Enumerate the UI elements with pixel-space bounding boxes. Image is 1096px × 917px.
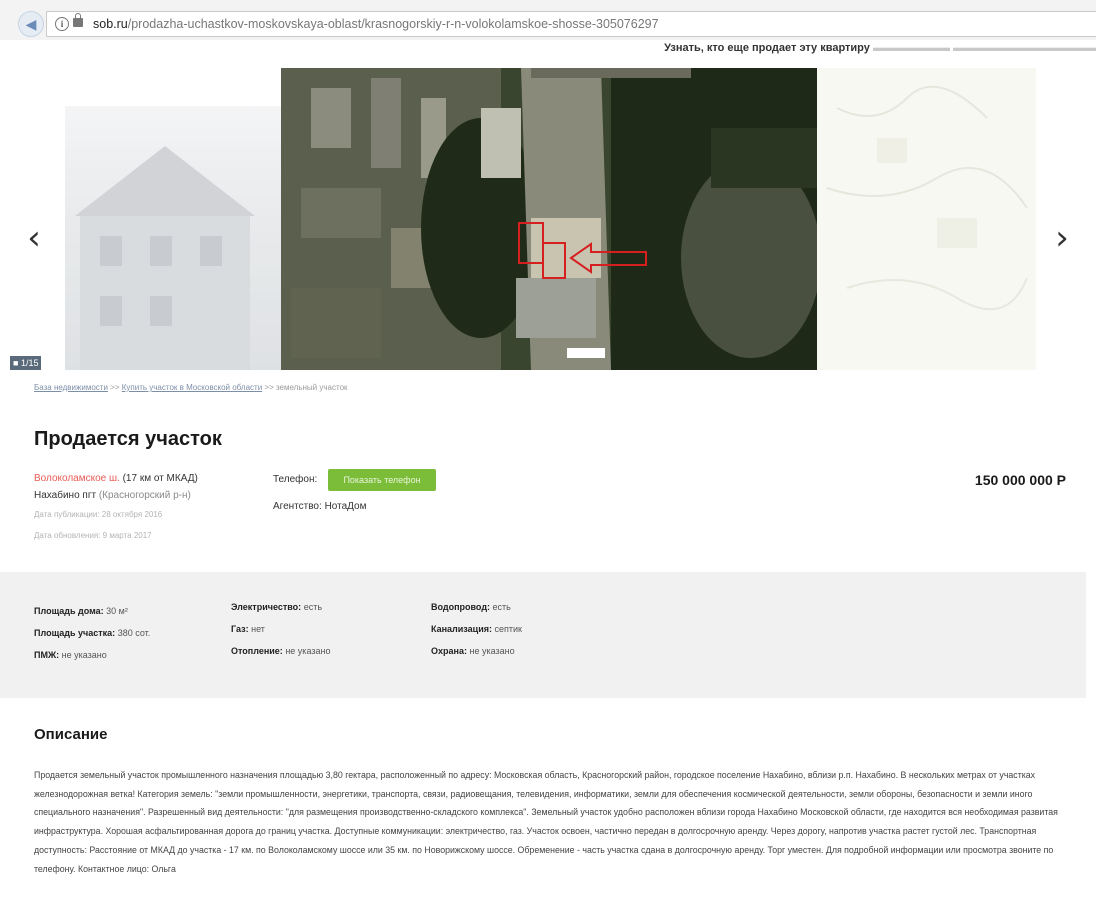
agency-label: Агентство: <box>273 501 322 512</box>
breadcrumb-current: земельный участок <box>275 383 348 392</box>
param-label: Отопление: <box>231 646 283 656</box>
param-value: есть <box>492 602 511 612</box>
param-label: Площадь участка: <box>34 628 116 638</box>
param-label: Электричество: <box>231 602 302 612</box>
camera-icon: ■ <box>13 358 21 368</box>
page-title: Продается участок <box>34 428 222 450</box>
agency-line: Агентство: НотаДом <box>273 501 366 512</box>
info-icon[interactable]: i <box>55 17 69 31</box>
aerial-photo[interactable] <box>281 68 817 370</box>
show-phone-button[interactable]: Показать телефон <box>328 469 436 491</box>
gallery-prev-button[interactable]: ‹ <box>22 218 46 258</box>
param-label: Канализация: <box>431 624 492 634</box>
param-house-area: Площадь дома: 30 м² <box>34 606 128 616</box>
town-line: Нахабино пгт (Красногорский р-н) <box>34 490 191 501</box>
photo-gallery: ‹ › ■ 1/15 <box>0 68 1096 372</box>
address-line: Волоколамское ш. (17 км от МКАД) <box>34 473 198 484</box>
aerial-map-image <box>281 68 817 370</box>
map-image <box>817 68 1036 370</box>
published-date: Дата публикации: 28 октября 2016 <box>34 510 163 519</box>
lock-icon <box>73 13 83 27</box>
param-value: нет <box>251 624 265 634</box>
who-else-sells-link[interactable]: Узнать, кто еще продает эту квартиру ▬▬▬… <box>664 42 1096 54</box>
district-text: (Красногорский р-н) <box>98 490 191 501</box>
window <box>100 296 122 326</box>
param-label: Охрана: <box>431 646 467 656</box>
param-label: Водопровод: <box>431 602 491 612</box>
param-sewer: Канализация: септик <box>431 624 522 634</box>
param-value: 380 сот. <box>117 628 151 638</box>
param-electricity: Электричество: есть <box>231 602 322 612</box>
photo-counter: ■ 1/15 <box>10 356 42 370</box>
param-value: 30 м² <box>106 606 128 616</box>
param-value: есть <box>303 602 323 612</box>
house-roof <box>75 146 255 216</box>
faded-text: ▬▬▬▬▬▬▬ ▬▬▬▬▬▬▬▬▬▬▬▬▬ <box>872 42 1096 54</box>
param-heating: Отопление: не указано <box>231 646 330 656</box>
photo-counter-text: 1/15 <box>20 358 39 368</box>
param-security: Охрана: не указано <box>431 646 515 656</box>
window <box>100 236 122 266</box>
parameters-block: Площадь дома: 30 м² Площадь участка: 380… <box>0 572 1086 698</box>
breadcrumb-link-base[interactable]: База недвижимости <box>34 383 108 392</box>
description-title: Описание <box>34 726 108 743</box>
house-photo[interactable] <box>65 106 281 370</box>
agency-value[interactable]: НотаДом <box>325 501 367 512</box>
breadcrumb-link-buy-plot[interactable]: Купить участок в Московской области <box>122 383 262 392</box>
param-value: септик <box>494 624 522 634</box>
back-arrow-icon[interactable]: ◀ <box>18 11 44 37</box>
map-photo[interactable] <box>817 68 1036 370</box>
param-value: не указано <box>469 646 515 656</box>
address-bar[interactable]: i sob.ru/prodazha-uchastkov-moskovskaya-… <box>46 11 1096 37</box>
breadcrumb: База недвижимости >> Купить участок в Мо… <box>34 383 348 392</box>
param-plot-area: Площадь участка: 380 сот. <box>34 628 150 638</box>
param-water: Водопровод: есть <box>431 602 511 612</box>
top-strip: Узнать, кто еще продает эту квартиру ▬▬▬… <box>0 40 1096 69</box>
description-text: Продается земельный участок промышленног… <box>34 770 1058 874</box>
param-label: ПМЖ: <box>34 650 60 660</box>
breadcrumb-separator: >> <box>110 383 120 392</box>
window <box>200 236 222 266</box>
updated-date: Дата обновления: 9 марта 2017 <box>34 531 152 540</box>
phone-label: Телефон: <box>273 474 318 485</box>
param-label: Площадь дома: <box>34 606 104 616</box>
price: 150 000 000 Р <box>974 472 1066 488</box>
gallery-next-button[interactable]: › <box>1050 218 1074 258</box>
url-text[interactable]: sob.ru/prodazha-uchastkov-moskovskaya-ob… <box>93 12 659 36</box>
param-pmzh: ПМЖ: не указано <box>34 650 107 660</box>
param-label: Газ: <box>231 624 249 634</box>
param-value: не указано <box>61 650 107 660</box>
param-value: не указано <box>285 646 331 656</box>
window <box>150 236 172 266</box>
param-gas: Газ: нет <box>231 624 265 634</box>
url-path: /prodazha-uchastkov-moskovskaya-oblast/k… <box>127 17 659 31</box>
distance-text: (17 км от МКАД) <box>122 473 198 484</box>
breadcrumb-separator: >> <box>264 383 274 392</box>
town-text: Нахабино пгт <box>34 490 97 501</box>
street-link[interactable]: Волоколамское ш. <box>34 473 120 484</box>
window <box>150 296 172 326</box>
who-else-sells-text: Узнать, кто еще продает эту квартиру <box>664 42 870 54</box>
browser-toolbar: ◀ i sob.ru/prodazha-uchastkov-moskovskay… <box>0 0 1096 41</box>
house-wall <box>80 216 250 370</box>
url-host: sob.ru <box>93 17 128 31</box>
